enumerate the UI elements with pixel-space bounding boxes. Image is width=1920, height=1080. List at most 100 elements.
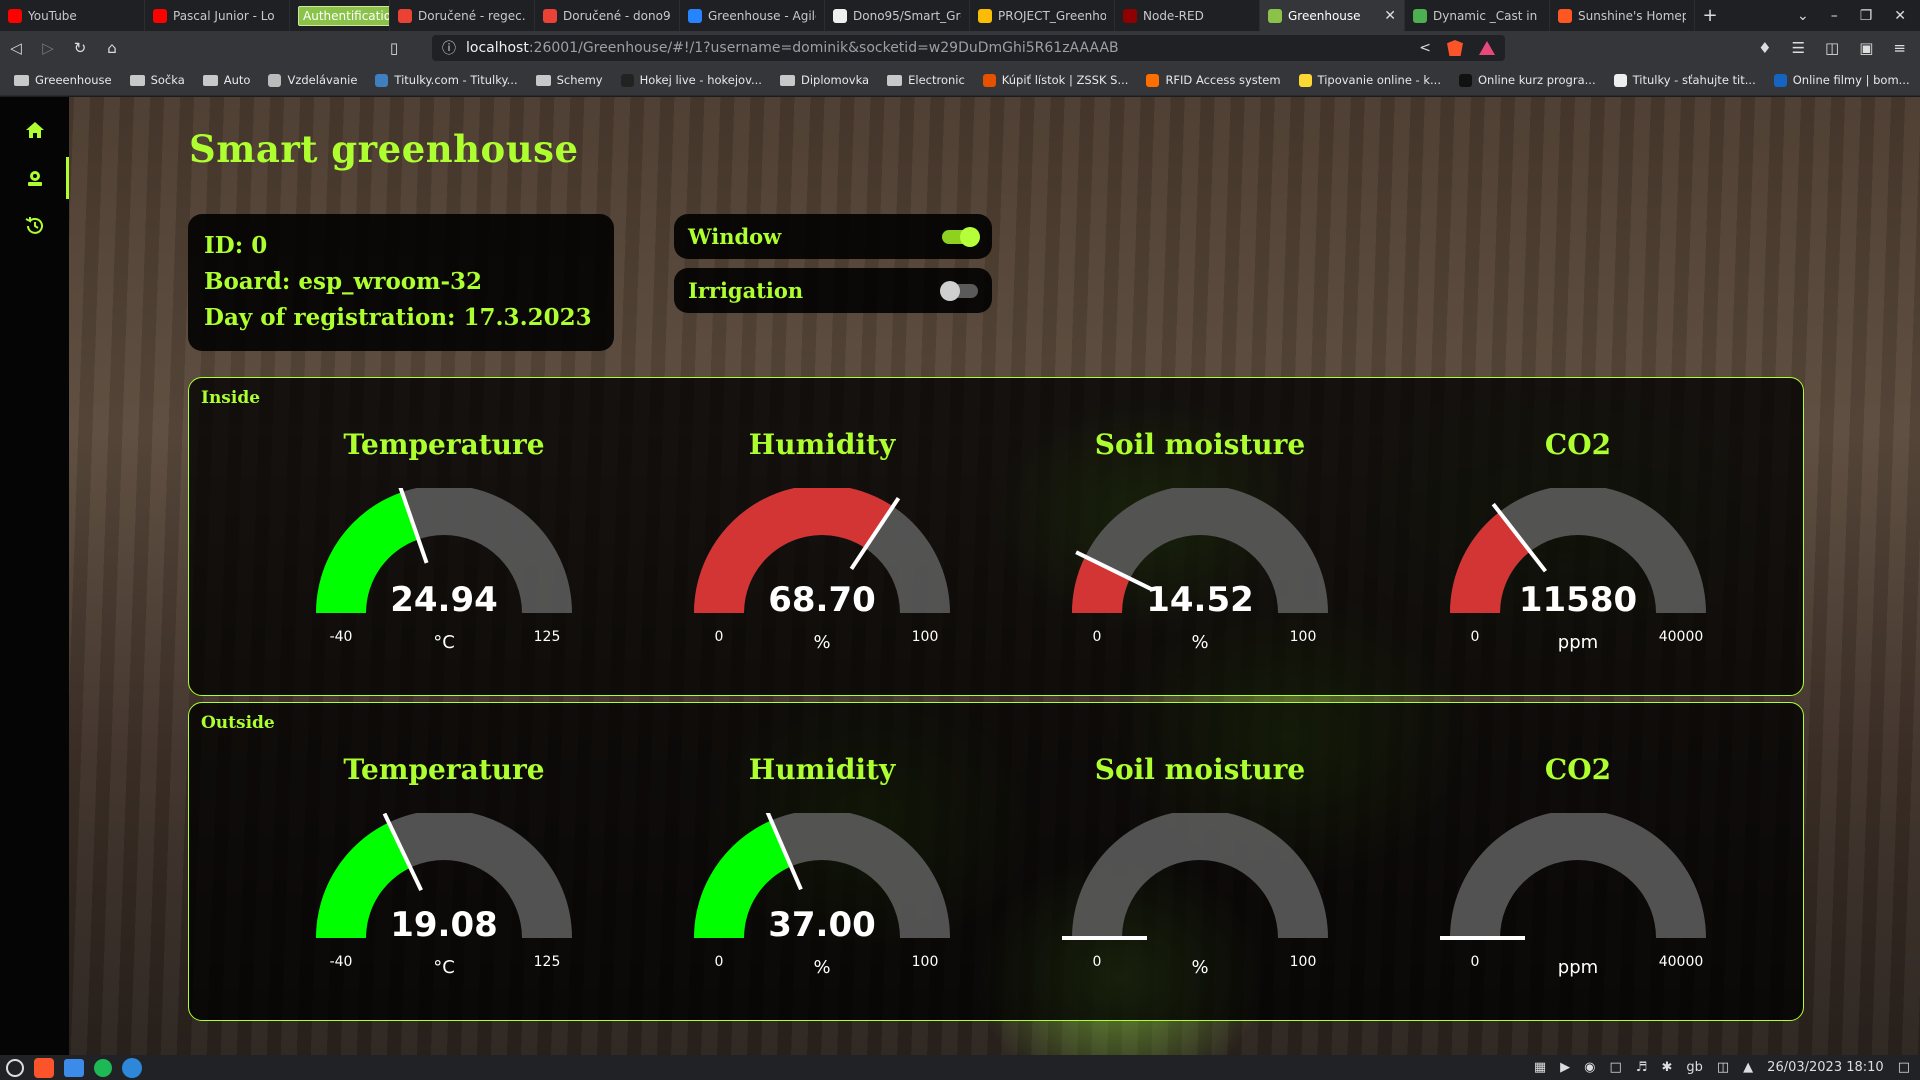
browser-tab[interactable]: PROJECT_Greenhous: [970, 0, 1115, 31]
browser-tab[interactable]: Sunshine's Homepag: [1550, 0, 1695, 31]
gauge-value: 11580: [1519, 580, 1637, 620]
brave-taskbar-icon[interactable]: [34, 1057, 54, 1078]
volume-tray-icon[interactable]: ♬: [1636, 1060, 1648, 1075]
show-desktop-icon[interactable]: □: [1898, 1060, 1910, 1075]
bookmark-item[interactable]: Online kurz progra...: [1458, 73, 1596, 87]
bookmark-item[interactable]: Online filmy | bom...: [1773, 73, 1910, 87]
gauge-svg: 19.08 °C -40 125: [316, 813, 572, 978]
browser-tab[interactable]: Pascal Junior - Lo: [145, 0, 290, 31]
browser-tab[interactable]: Doručené - dono956: [535, 0, 680, 31]
browser-tab[interactable]: Node-RED: [1115, 0, 1260, 31]
gauge-min-label: 0: [1093, 954, 1102, 970]
browser-tab[interactable]: Doručené - regec.do: [390, 0, 535, 31]
bluetooth-tray-icon[interactable]: ✱: [1661, 1060, 1672, 1075]
bookmark-item[interactable]: Auto: [202, 73, 250, 87]
tab-favicon-icon: [543, 8, 557, 23]
site-info-icon[interactable]: ⓘ: [442, 38, 456, 58]
bookmark-label: Diplomovka: [800, 73, 870, 87]
browser-tab[interactable]: Greenhouse - Agile b: [680, 0, 825, 31]
brave-rewards-icon[interactable]: [1479, 41, 1495, 55]
bookmark-label: RFID Access system: [1165, 73, 1281, 87]
browser-tab[interactable]: Greenhouse ✕: [1260, 0, 1405, 31]
files-taskbar-icon[interactable]: [64, 1058, 84, 1077]
bookmark-item[interactable]: Titulky - sťahujte tit...: [1613, 73, 1756, 87]
minimize-icon[interactable]: –: [1831, 8, 1838, 24]
launcher-icon[interactable]: [6, 1058, 24, 1077]
sidebar-history-button[interactable]: [0, 203, 69, 249]
clipboard-tray-icon[interactable]: □: [1610, 1060, 1622, 1075]
bookmark-label: Sočka: [150, 73, 185, 87]
gauge-svg: 11580 ppm 0 40000: [1450, 488, 1706, 653]
keyboard-layout[interactable]: gb: [1686, 1060, 1703, 1075]
playlist-icon[interactable]: ☰: [1792, 39, 1805, 57]
menu-icon[interactable]: ≡: [1893, 39, 1906, 57]
gauge-min-label: 0: [1093, 629, 1102, 645]
browser-tab[interactable]: YouTube: [0, 0, 145, 31]
gauge-min-label: 0: [1471, 954, 1480, 970]
auth-tab[interactable]: Authentification: [290, 0, 390, 31]
bookmark-item[interactable]: Sočka: [129, 73, 185, 87]
clock[interactable]: 26/03/2023 18:10: [1767, 1060, 1884, 1075]
spotify-taskbar-icon[interactable]: [94, 1058, 112, 1077]
tab-title: Greenhouse: [1288, 8, 1361, 23]
greenhouse-page: Smart greenhouse ID: 0 Board: esp_wroom-…: [0, 97, 1920, 1055]
window-toggle[interactable]: [942, 226, 980, 247]
window-toggle-card: Window: [674, 214, 992, 259]
inside-co2-gauge: CO2 11580 ppm 0 40000: [1438, 428, 1718, 673]
bookmark-favicon-icon: [268, 73, 282, 87]
gauge-title: Temperature: [343, 753, 545, 786]
tab-search-icon[interactable]: ⌄: [1797, 8, 1809, 24]
sidebar-greenhouse-button[interactable]: [0, 155, 69, 201]
gauge-title: CO2: [1544, 753, 1612, 786]
folder-icon: [129, 74, 145, 86]
bookmark-favicon-icon: [1458, 73, 1472, 87]
irrigation-toggle[interactable]: [940, 280, 978, 301]
bookmark-item[interactable]: Vzdelávanie: [268, 73, 357, 87]
network-tray-icon[interactable]: ◫: [1717, 1060, 1729, 1075]
sidebar-toggle-icon[interactable]: ◫: [1825, 39, 1839, 57]
tab-title: Pascal Junior - Lo: [173, 8, 275, 23]
forward-icon[interactable]: ▷: [32, 39, 64, 57]
gauge-svg: ppm 0 40000: [1440, 813, 1706, 978]
extensions-icon[interactable]: ♦: [1758, 39, 1771, 57]
irrigation-toggle-card: Irrigation: [674, 268, 992, 313]
tray-expand-icon[interactable]: ▲: [1743, 1060, 1753, 1075]
bookmark-item[interactable]: Schemy: [535, 73, 603, 87]
gauge-track: [1072, 813, 1328, 938]
new-tab-button[interactable]: +: [1695, 5, 1725, 26]
gauge-min-label: 0: [715, 954, 724, 970]
bookmark-item[interactable]: Electronic: [887, 73, 965, 87]
gauge-unit: °C: [433, 957, 455, 978]
bookmark-label: Titulky.com - Titulky...: [394, 73, 518, 87]
back-icon[interactable]: ◁: [0, 39, 32, 57]
brave-shields-icon[interactable]: [1447, 40, 1463, 56]
bookmark-item[interactable]: Hokej live - hokejov...: [620, 73, 762, 87]
close-window-icon[interactable]: ✕: [1894, 8, 1906, 24]
home-icon: [25, 122, 44, 138]
bookmark-item[interactable]: Greeenhouse: [14, 73, 112, 87]
wallet-icon[interactable]: ▣: [1859, 39, 1873, 57]
bookmark-item[interactable]: Tipovanie online - k...: [1298, 73, 1441, 87]
close-tab-icon[interactable]: ✕: [1384, 8, 1396, 24]
bookmark-item[interactable]: Titulky.com - Titulky...: [375, 73, 518, 87]
bookmark-favicon-icon: [982, 73, 996, 87]
tab-favicon-icon: [1558, 8, 1572, 23]
bookmark-item[interactable]: Diplomovka: [779, 73, 870, 87]
vpn-tray-icon[interactable]: ◉: [1584, 1060, 1595, 1075]
url-field[interactable]: ⓘ localhost:26001/Greenhouse/#!/1?userna…: [432, 35, 1505, 61]
device-id: ID: 0: [204, 232, 268, 259]
browser-tab[interactable]: Dono95/Smart_Gree: [825, 0, 970, 31]
sidebar-home-button[interactable]: [0, 107, 69, 153]
tab-favicon-icon: [1268, 8, 1282, 23]
docker-tray-icon[interactable]: ▦: [1534, 1060, 1546, 1075]
thunderbird-taskbar-icon[interactable]: [122, 1057, 142, 1078]
home-icon[interactable]: ⌂: [96, 39, 128, 57]
share-icon[interactable]: <: [1419, 40, 1431, 56]
bookmark-item[interactable]: Kúpiť lístok | ZSSK S...: [982, 73, 1128, 87]
media-tray-icon[interactable]: ▶: [1560, 1060, 1570, 1075]
restore-icon[interactable]: ❐: [1860, 8, 1873, 24]
bookmark-item[interactable]: RFID Access system: [1146, 73, 1281, 87]
bookmark-icon[interactable]: ▯: [378, 39, 410, 57]
browser-tab[interactable]: Dynamic _Cast in C+: [1405, 0, 1550, 31]
reload-icon[interactable]: ↻: [64, 39, 96, 57]
